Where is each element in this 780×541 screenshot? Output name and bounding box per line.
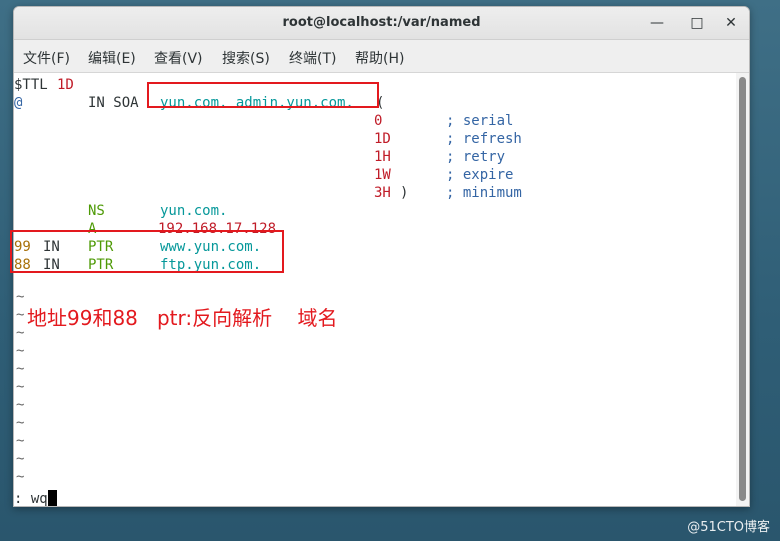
- menu-terminal[interactable]: 终端(T): [289, 48, 336, 68]
- ttl-value: 1D: [57, 77, 74, 93]
- empty-line-tilde: ~: [16, 325, 25, 341]
- command-text: : wq: [14, 491, 48, 507]
- menu-help[interactable]: 帮助(H): [355, 48, 404, 68]
- empty-line-tilde: ~: [16, 379, 25, 395]
- menu-file[interactable]: 文件(F): [23, 48, 70, 68]
- serial-comment: ; serial: [446, 113, 514, 129]
- text-cursor: [47, 490, 57, 506]
- ns-value: yun.com.: [160, 203, 228, 219]
- refresh-comment: ; refresh: [446, 131, 522, 147]
- minimum-comment: ; minimum: [446, 185, 522, 201]
- empty-line-tilde: ~: [16, 361, 25, 377]
- empty-line-tilde: ~: [16, 415, 25, 431]
- scrollbar-thumb[interactable]: [739, 77, 746, 501]
- ns-type: NS: [88, 203, 105, 219]
- expire-comment: ; expire: [446, 167, 514, 183]
- menu-view[interactable]: 查看(V): [154, 48, 203, 68]
- minimize-button[interactable]: —: [647, 13, 667, 33]
- watermark: @51CTO博客: [687, 520, 770, 535]
- scrollbar[interactable]: [736, 73, 749, 506]
- window-title: root@localhost:/var/named: [282, 15, 481, 30]
- empty-line-tilde: ~: [16, 307, 25, 323]
- close-button[interactable]: ✕: [721, 13, 741, 33]
- title-bar[interactable]: root@localhost:/var/named — □ ✕: [14, 7, 749, 40]
- empty-line-tilde: ~: [16, 451, 25, 467]
- minimum-value: 3H: [374, 185, 391, 201]
- maximize-button[interactable]: □: [687, 13, 707, 33]
- terminal-content[interactable]: $TTL 1D @ IN SOA yun.com. admin.yun.com.…: [14, 73, 736, 506]
- empty-line-tilde: ~: [16, 469, 25, 485]
- serial-value: 0: [374, 113, 383, 129]
- empty-line-tilde: ~: [16, 397, 25, 413]
- expire-value: 1W: [374, 167, 391, 183]
- empty-line-tilde: ~: [16, 343, 25, 359]
- retry-value: 1H: [374, 149, 391, 165]
- highlight-box-ptr: [10, 230, 284, 273]
- menu-edit[interactable]: 编辑(E): [88, 48, 136, 68]
- origin-at: @: [14, 95, 23, 111]
- ttl-directive: $TTL: [14, 77, 48, 93]
- soa-paren-close: ): [400, 185, 409, 201]
- soa-class-type: IN SOA: [88, 95, 139, 111]
- menu-bar: 文件(F) 编辑(E) 查看(V) 搜索(S) 终端(T) 帮助(H): [14, 40, 749, 73]
- highlight-box-soa: [147, 82, 379, 108]
- empty-line-tilde: ~: [16, 289, 25, 305]
- menu-search[interactable]: 搜索(S): [222, 48, 270, 68]
- command-line[interactable]: : wq: [14, 490, 57, 507]
- refresh-value: 1D: [374, 131, 391, 147]
- empty-line-tilde: ~: [16, 433, 25, 449]
- annotation-text: 地址99和88 ptr:反向解析 域名: [27, 306, 338, 330]
- retry-comment: ; retry: [446, 149, 506, 165]
